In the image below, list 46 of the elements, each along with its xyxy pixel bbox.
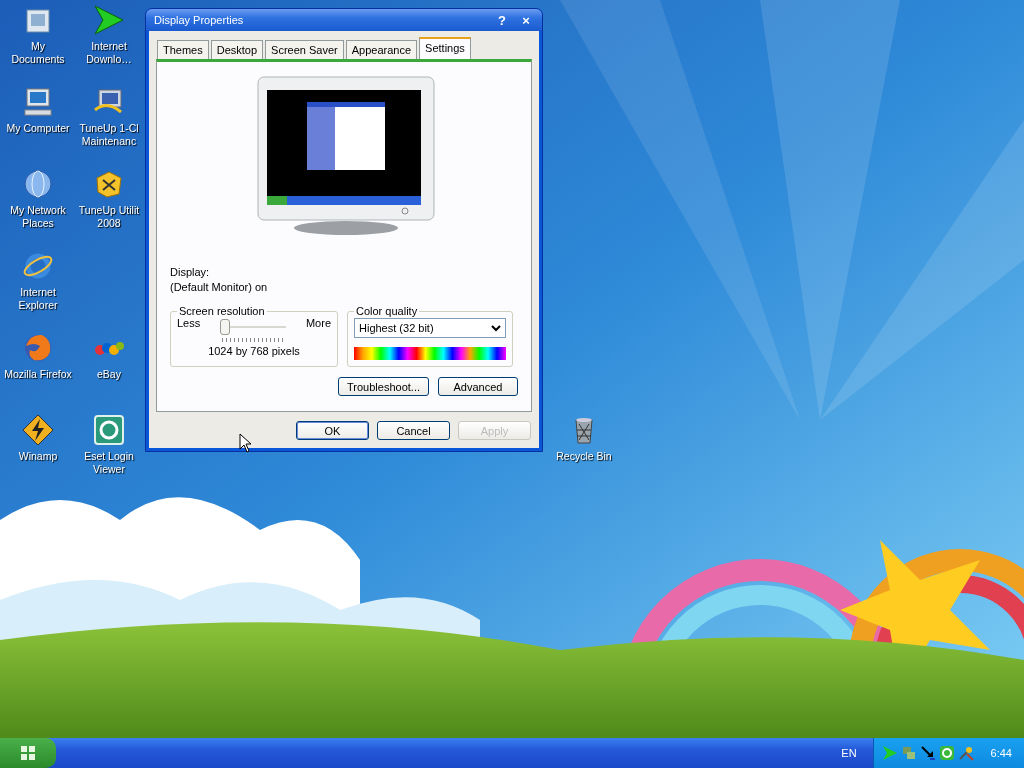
- display-label: Display:: [170, 266, 211, 278]
- dialog-button[interactable]: OK: [296, 421, 369, 440]
- panel-button[interactable]: Advanced: [438, 377, 518, 396]
- icon-label[interactable]: TuneUp 1-Cl Maintenanc: [74, 122, 144, 148]
- computer-icon[interactable]: [22, 86, 54, 118]
- more-label: More: [305, 317, 331, 329]
- resolution-value: 1024 by 768 pixels: [207, 345, 301, 357]
- arrow-icon[interactable]: [93, 4, 125, 36]
- caret-icon: [491, 324, 501, 332]
- help-button[interactable]: ?: [492, 11, 512, 29]
- color-quality-dropdown[interactable]: Highest (32 bit): [354, 318, 506, 338]
- dialog-button[interactable]: Cancel: [377, 421, 450, 440]
- icon-label[interactable]: My Network Places: [3, 204, 73, 230]
- icon-label[interactable]: My Computer: [6, 122, 70, 135]
- group-title: Color quality: [355, 305, 419, 317]
- icon-label[interactable]: My Documents: [3, 40, 73, 66]
- resolution-slider[interactable]: [220, 319, 287, 343]
- less-label: Less: [177, 317, 201, 329]
- tab[interactable]: Screen Saver: [265, 40, 344, 59]
- icon-label[interactable]: Mozilla Firefox: [4, 368, 72, 381]
- globe-icon[interactable]: [22, 168, 54, 200]
- cursor-icon: [239, 433, 253, 453]
- close-button[interactable]: ×: [516, 11, 536, 29]
- lightning-icon[interactable]: [22, 414, 54, 446]
- windows-logo-icon: [20, 745, 36, 761]
- icon-label[interactable]: eBay: [97, 368, 121, 381]
- icon-label[interactable]: Recycle Bin: [556, 450, 612, 463]
- tab[interactable]: Desktop: [210, 40, 264, 59]
- icon-label[interactable]: Internet Explorer: [3, 286, 73, 312]
- display-value: (Default Monitor) on: [170, 281, 269, 293]
- tab[interactable]: Settings: [419, 37, 471, 59]
- panel-button[interactable]: Troubleshoot...: [338, 377, 429, 396]
- clock: 6:44: [990, 747, 1012, 759]
- group-title: Screen resolution: [178, 305, 266, 317]
- download-arrow-icon[interactable]: [919, 745, 936, 761]
- tab[interactable]: Appearance: [345, 40, 418, 59]
- tab[interactable]: Themes: [157, 40, 209, 59]
- language-indicator[interactable]: EN: [841, 747, 857, 759]
- icon-label[interactable]: TuneUp Utilit 2008: [74, 204, 144, 230]
- planet-icon[interactable]: [22, 332, 54, 364]
- icon-label[interactable]: Internet Downlo…: [71, 40, 147, 66]
- slider-thumb[interactable]: [220, 319, 231, 335]
- icon-label[interactable]: Eset Login Viewer: [74, 450, 144, 476]
- window-title: Display Properties: [154, 14, 244, 26]
- icon-label[interactable]: Winamp: [18, 450, 58, 463]
- start-button[interactable]: [0, 738, 56, 768]
